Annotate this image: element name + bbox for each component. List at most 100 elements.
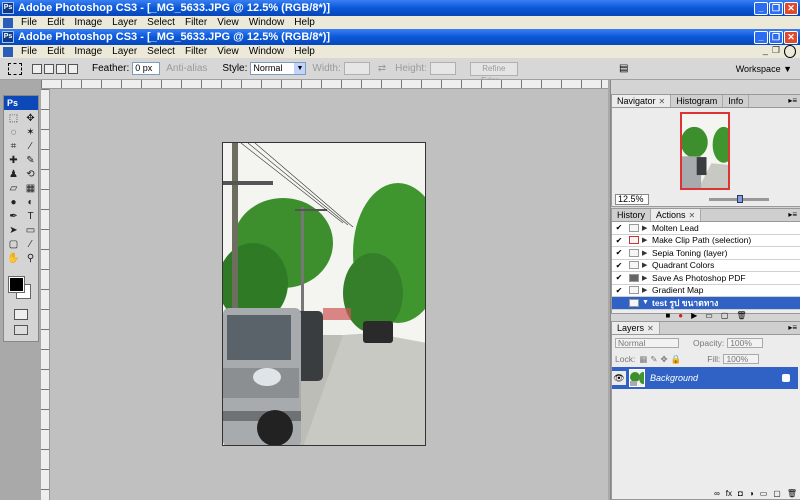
slice-tool-icon[interactable]: ∕ [23,141,38,153]
tab-info[interactable]: Info [723,95,750,107]
menu-layer[interactable]: Layer [107,17,142,28]
new-action-icon[interactable]: ▢ [721,311,729,320]
layer-style-icon[interactable]: fx [726,489,732,500]
dialog-toggle-icon[interactable] [629,223,639,232]
refine-edge-button[interactable]: Refine Edge... [469,61,518,85]
close-icon[interactable]: ✕ [689,211,696,220]
layer-row-background[interactable]: 👁 Background [612,367,798,389]
dodge-tool-icon[interactable]: ◐ [23,197,38,209]
tab-actions[interactable]: Actions ✕ [651,209,702,221]
tab-navigator[interactable]: Navigator ✕ [612,95,672,107]
quick-mask-icon[interactable] [14,309,28,320]
zoom-tool-icon[interactable]: ⚲ [23,253,38,265]
doc-menu-select[interactable]: Select [142,46,180,57]
expand-triangle-icon[interactable]: ▶ [642,249,652,257]
eyedropper-tool-icon[interactable]: ⁄ [23,239,38,251]
workspace-menu[interactable]: Workspace ▼ [736,64,792,74]
trash-icon[interactable]: 🗑 [736,311,746,320]
minimize-button[interactable]: _ [754,1,768,15]
check-icon[interactable]: ✔ [612,273,626,282]
healing-brush-tool-icon[interactable]: ✚ [6,155,21,167]
new-layer-icon[interactable]: ▢ [773,489,781,500]
path-selection-tool-icon[interactable]: ➤ [6,225,21,237]
panel-menu-icon[interactable]: ▸≡ [788,209,797,221]
tab-layers[interactable]: Layers ✕ [612,322,660,334]
stop-icon[interactable]: ■ [665,311,670,320]
height-input[interactable] [429,62,456,75]
menu-help[interactable]: Help [289,17,320,28]
doc-menu-filter[interactable]: Filter [180,46,212,57]
check-icon[interactable]: ✔ [612,236,626,245]
menu-file[interactable]: File [16,17,42,28]
dialog-toggle-icon[interactable] [629,273,639,282]
eye-icon[interactable]: 👁 [612,371,626,385]
lock-all-icon[interactable]: 🔒 [671,354,682,365]
new-set-icon[interactable]: ▭ [705,311,713,320]
tab-histogram[interactable]: Histogram [671,95,724,107]
dialog-toggle-icon[interactable] [629,286,639,295]
move-tool-icon[interactable]: ✥ [23,113,38,125]
action-item[interactable]: ✔ ▶ Make Clip Path (selection) [612,234,800,247]
check-icon[interactable]: ✔ [612,248,626,257]
doc-menu-view[interactable]: View [212,46,244,57]
menu-image[interactable]: Image [69,17,107,28]
menu-select[interactable]: Select [142,17,180,28]
expand-triangle-icon[interactable]: ▶ [642,236,652,244]
lock-transparent-icon[interactable]: ▦ [639,354,647,365]
tab-history[interactable]: History [612,209,652,221]
action-item[interactable]: ✔ ▶ Quadrant Colors [612,259,800,272]
action-set-selected[interactable]: ▼ test รูป ขนาดทาง [612,297,800,310]
fill-input[interactable]: 100% [723,354,760,364]
play-icon[interactable]: ▶ [691,311,697,320]
menu-view[interactable]: View [212,17,244,28]
crop-tool-icon[interactable]: ⌗ [6,141,21,153]
notes-tool-icon[interactable]: ▢ [6,239,21,251]
check-icon[interactable]: ✔ [612,223,626,232]
blur-tool-icon[interactable]: ● [6,197,21,209]
dialog-toggle-icon[interactable] [629,248,639,257]
eraser-tool-icon[interactable]: ▱ [6,183,21,195]
action-item[interactable]: ✔ ▶ Save As Photoshop PDF [612,272,800,285]
doc-restore-button[interactable]: ❐ [769,30,783,44]
screen-mode-icon[interactable] [14,325,28,335]
doc-mini-restore-icon[interactable]: ❐ [772,45,780,58]
magic-wand-tool-icon[interactable]: ✶ [23,127,38,139]
doc-menu-layer[interactable]: Layer [107,46,142,57]
swap-icon[interactable]: ⇄ [378,63,386,74]
type-tool-icon[interactable]: T [23,211,38,223]
doc-close-button[interactable]: ✕ [784,30,798,44]
gradient-tool-icon[interactable]: ▦ [23,183,38,195]
menu-edit[interactable]: Edit [42,17,69,28]
check-icon[interactable]: ✔ [612,286,626,295]
style-select[interactable]: Normal ▼ [250,62,307,75]
antialias-checkbox[interactable]: Anti-alias [166,63,207,74]
navigator-zoom-slider[interactable] [709,194,769,203]
subtract-selection-icon[interactable] [56,63,66,74]
restore-button[interactable]: ❐ [769,1,783,15]
zoom-slider-handle[interactable] [737,194,743,203]
clone-stamp-tool-icon[interactable]: ♟ [6,169,21,181]
opacity-input[interactable]: 100% [727,338,764,348]
palette-well-icon[interactable]: ▤ [619,63,628,74]
shape-tool-icon[interactable]: ▭ [23,225,38,237]
feather-input[interactable]: 0 px [132,62,161,75]
document-image[interactable] [222,142,426,446]
history-brush-tool-icon[interactable]: ⟲ [23,169,38,181]
doc-menu-edit[interactable]: Edit [42,46,69,57]
doc-menu-window[interactable]: Window [244,46,290,57]
close-icon[interactable]: ✕ [647,324,654,333]
hand-tool-icon[interactable]: ✋ [6,253,21,265]
brush-tool-icon[interactable]: ✎ [23,155,38,167]
rect-marquee-tool-icon[interactable] [8,62,22,75]
expand-triangle-icon[interactable]: ▶ [642,274,652,282]
layer-mask-icon[interactable]: ◘ [738,489,743,500]
expand-triangle-icon[interactable]: ▶ [642,261,652,269]
intersect-selection-icon[interactable] [68,63,78,74]
lasso-tool-icon[interactable]: ◌ [6,127,21,139]
delete-layer-icon[interactable]: 🗑 [787,489,797,500]
action-item[interactable]: ✔ ▶ Molten Lead [612,222,800,235]
foreground-color-swatch[interactable] [8,276,25,293]
record-icon[interactable]: ● [678,311,683,320]
doc-menu-image[interactable]: Image [69,46,107,57]
doc-mini-minimize-icon[interactable]: _ [763,45,768,58]
